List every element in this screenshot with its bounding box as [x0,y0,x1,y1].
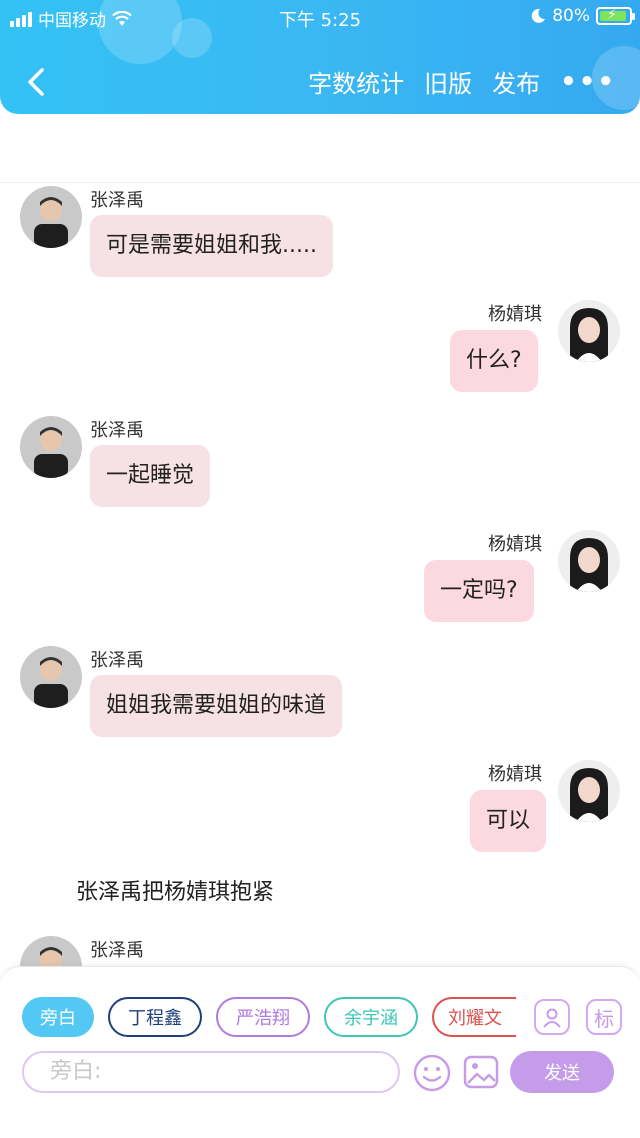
sender-name: 杨婧琪 [488,534,542,555]
narration-text: 张泽禹把杨婧琪抱紧 [76,880,275,905]
message-bubble[interactable]: 可是需要姐姐和我..... [90,215,333,277]
role-chip[interactable]: 刘耀文 [432,997,516,1037]
battery-percent: 80% [552,6,590,26]
add-role-icon[interactable] [534,999,570,1035]
avatar-yang[interactable] [558,760,620,822]
battery-icon: ⚡ [596,7,635,25]
back-arrow-icon[interactable] [22,62,52,102]
emoji-icon[interactable] [412,1053,452,1093]
avatar-yang[interactable] [558,530,620,592]
message-bubble[interactable]: 一定吗? [424,560,534,622]
avatar-zhang[interactable] [20,646,82,708]
message-bubble[interactable]: 姐姐我需要姐姐的味道 [90,675,343,737]
more-options-icon[interactable]: ••• [560,67,616,97]
sender-name: 张泽禹 [90,650,144,671]
avatar-zhang[interactable] [20,186,82,248]
sender-name: 张泽禹 [90,420,144,441]
role-chip[interactable]: 丁程鑫 [108,997,202,1037]
status-bar: 中国移动 下午 5:25 80% ⚡ [0,0,640,34]
role-selector: 旁白 丁程鑫 严浩翔 余宇涵 刘耀文 [22,997,516,1037]
image-icon[interactable] [462,1053,500,1091]
top-header: 中国移动 下午 5:25 80% ⚡ 字数统计 旧版 发布 ••• [0,0,640,114]
send-button[interactable]: 发送 [510,1051,614,1093]
message-bubble[interactable]: 什么? [450,330,538,392]
role-chip[interactable]: 余宇涵 [324,997,418,1037]
message-input[interactable]: 旁白: [22,1051,400,1093]
sender-name: 张泽禹 [90,190,144,211]
sender-name: 杨婧琪 [488,764,542,785]
old-version-button[interactable]: 旧版 [424,64,472,99]
role-chip[interactable]: 严浩翔 [216,997,310,1037]
composer-panel: 旁白 丁程鑫 严浩翔 余宇涵 刘耀文 标 旁白: 发送 [0,966,640,1138]
avatar-yang[interactable] [558,300,620,362]
role-chip-narrator[interactable]: 旁白 [22,997,94,1037]
message-bubble[interactable]: 一起睡觉 [90,445,211,507]
moon-icon [531,8,546,23]
word-count-button[interactable]: 字数统计 [308,64,404,99]
avatar-zhang[interactable] [20,416,82,478]
nav-bar: 字数统计 旧版 发布 ••• [0,52,640,108]
sender-name: 杨婧琪 [488,304,542,325]
message-bubble[interactable]: 可以 [470,790,547,852]
mark-button[interactable]: 标 [586,999,622,1035]
header-divider [0,182,640,183]
publish-button[interactable]: 发布 [492,64,540,99]
sender-name: 张泽禹 [90,940,144,961]
